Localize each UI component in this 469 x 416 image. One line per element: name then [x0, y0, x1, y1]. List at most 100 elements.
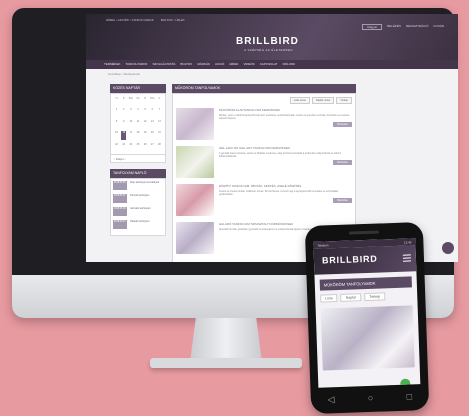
main-navigation: TERMÉKEK TANFOLYAMOK SZOLGÁLTATÁS BOLTOK…	[86, 60, 458, 69]
upcoming-text[interactable]: Gél lakk tanfolyam	[130, 207, 151, 210]
phone-calendar-button[interactable]: Naptár	[340, 293, 362, 302]
nav-item[interactable]: SZOLGÁLTATÁS	[153, 62, 176, 69]
calendar-day[interactable]: 17	[128, 131, 133, 139]
recents-icon[interactable]: □	[406, 391, 412, 401]
upcoming-item[interactable]: 2018.05.05 Alap tanfolyam kezdőknek	[113, 181, 163, 190]
read-more-button[interactable]: Bővebben	[333, 198, 352, 204]
nav-item[interactable]: TANFOLYAMOK	[126, 62, 148, 69]
calendar-day[interactable]: 12	[143, 120, 148, 128]
upcoming-text[interactable]: Haladó tanfolyam	[130, 220, 149, 223]
course-thumbnail[interactable]	[176, 222, 214, 254]
calendar-day[interactable]: 27	[150, 143, 155, 151]
calendar-day[interactable]: 10	[128, 120, 133, 128]
course-item: MŰKÖRÖM ALAPTANFOLYAM KEZDŐKNEK Minden, …	[176, 108, 352, 140]
nav-item[interactable]: MÁRKÁK	[197, 62, 210, 69]
upcoming-title: TANFOLYAM NAPLÓ	[110, 169, 166, 178]
calendar-day[interactable]: 19	[143, 131, 148, 139]
list-view-button[interactable]: Lista nézet	[289, 97, 310, 104]
calendar-day[interactable]: 22	[114, 143, 119, 151]
course-thumbnail[interactable]	[176, 146, 214, 178]
course-title[interactable]: MŰKÖRÖM ALAPTANFOLYAM KEZDŐKNEK	[219, 108, 352, 112]
calendar-day[interactable]: 13	[150, 120, 155, 128]
cart-link[interactable]: KOSÁR	[433, 24, 444, 30]
phone-map-button[interactable]: Térkép	[364, 292, 386, 302]
monitor-stand	[190, 318, 262, 362]
course-thumbnail[interactable]	[176, 108, 214, 140]
nav-item[interactable]: TERMÉKEK	[104, 62, 121, 69]
course-title[interactable]: GÉL LAKK ÉS NAIL ART TANFOLYAM KEZDŐKNEK	[219, 146, 352, 150]
nav-item[interactable]: HÍREK	[229, 62, 238, 69]
calendar-day[interactable]: 9	[121, 120, 126, 128]
calendar-day[interactable]: 8	[114, 120, 119, 128]
course-image[interactable]	[320, 305, 415, 371]
nav-item[interactable]: VIDEÓK	[243, 62, 254, 69]
map-view-button[interactable]: Térkép	[336, 97, 352, 104]
register-link[interactable]: REGISZTRÁCIÓ	[406, 24, 429, 30]
breadcrumb[interactable]: Kezdőlap › Tanfolyamok	[86, 69, 458, 78]
calendar-day[interactable]: 18	[135, 131, 140, 139]
calendar-day[interactable]: 3	[128, 108, 133, 116]
language-select[interactable]: Magyar	[362, 24, 383, 30]
calendar-day[interactable]: 23	[121, 143, 126, 151]
calendar-day[interactable]: 21	[157, 131, 162, 139]
calendar-day[interactable]: 24	[128, 143, 133, 151]
upcoming-item[interactable]: 2018.05.09 Gél lakk tanfolyam	[113, 207, 163, 216]
calendar-day: Szo	[150, 97, 155, 100]
calendar-day[interactable]: 25	[135, 143, 140, 151]
calendar-day[interactable]: 26	[143, 143, 148, 151]
calendar-day[interactable]: 4	[135, 108, 140, 116]
upcoming-text[interactable]: Alap tanfolyam kezdőknek	[130, 181, 159, 184]
course-body: MŰKÖRÖM ALAPTANFOLYAM KEZDŐKNEK Minden, …	[219, 108, 352, 140]
calendar-day[interactable]: 6	[150, 108, 155, 116]
upcoming-item[interactable]: 2018.05.12 Haladó tanfolyam	[113, 220, 163, 229]
main-title: MŰKÖRÖM TANFOLYAMOK	[172, 84, 356, 93]
nav-item[interactable]: BOLTOK	[180, 62, 192, 69]
hamburger-menu-icon[interactable]	[402, 254, 412, 262]
course-body: GÉL LAKK ÉS NAIL ART TANFOLYAM KEZDŐKNEK…	[219, 146, 352, 178]
nav-item[interactable]: KAPCSOLAT	[260, 62, 278, 69]
nav-item[interactable]: AKCIÓ	[215, 62, 224, 69]
home-icon[interactable]: ○	[368, 393, 374, 403]
calendar-day: K	[122, 97, 125, 100]
calendar-day: Cs	[136, 97, 140, 100]
nav-item[interactable]: RÓLUNK	[283, 62, 296, 69]
calendar-day[interactable]: 28	[157, 143, 162, 151]
calendar-day[interactable]: 1	[114, 108, 119, 116]
calendar-day[interactable]: 20	[150, 131, 155, 139]
course-thumbnail[interactable]	[176, 184, 214, 216]
phone-list-button[interactable]: Lista	[320, 294, 338, 303]
upcoming-date: 2018.05.05	[113, 181, 127, 190]
calendar-day[interactable]: 16	[121, 131, 127, 140]
phone-logo[interactable]: BRILLBIRD	[322, 254, 378, 266]
calendar-day[interactable]: 15	[114, 131, 119, 139]
upcoming-date: 2018.05.12	[113, 220, 127, 229]
sidebar: KÖZÉS NAPTÁR H K Sze Cs P Szo V 1 2 3 4 5 6 7 8 9 10 11 12…	[110, 84, 166, 262]
site-header: HÍREK • AKCIÓK • TANFOLYAMOK BOLTOK • ÜZ…	[86, 14, 458, 60]
upcoming-item[interactable]: 2018.05.07 Díszítő tanfolyam	[113, 194, 163, 203]
calendar-nav[interactable]: ‹ Május ›	[110, 155, 166, 163]
topbar-link[interactable]: HÍREK • AKCIÓK • TANFOLYAMOK	[106, 18, 154, 22]
phone-header: BRILLBIRD	[313, 245, 417, 275]
read-more-button[interactable]: Bővebben	[333, 122, 352, 128]
phone-speaker	[348, 230, 380, 235]
calendar-view-button[interactable]: Naptár nézet	[311, 97, 335, 104]
phone-view-switcher: Lista Naptár Térkép	[315, 287, 417, 307]
chat-icon[interactable]	[442, 242, 454, 254]
account-links: Magyar BELÉPÉS REGISZTRÁCIÓ KOSÁR	[362, 24, 444, 30]
topbar-link[interactable]: BOLTOK • ÜZLET	[161, 18, 185, 22]
back-icon[interactable]: ◁	[327, 394, 334, 405]
phone-nav-bar: ◁ ○ □	[310, 386, 429, 410]
smartphone: Telekom 12:45 BRILLBIRD MŰKÖRÖM TANFOLYA…	[304, 221, 430, 415]
site-logo[interactable]: BRILLBIRD	[236, 36, 299, 47]
calendar-day[interactable]: 14	[157, 120, 162, 128]
course-title[interactable]: DÍSZÍTŐ TANFOLYAM: MINTÁK, FESTÉS, ZSELÉ…	[219, 184, 352, 188]
calendar-day[interactable]: 11	[135, 120, 140, 128]
upcoming-text[interactable]: Díszítő tanfolyam	[130, 194, 149, 197]
read-more-button[interactable]: Bővebben	[333, 160, 352, 166]
calendar-day: P	[144, 97, 146, 100]
calendar-day[interactable]: 2	[121, 108, 126, 116]
upcoming-list: 2018.05.05 Alap tanfolyam kezdőknek 2018.…	[110, 178, 166, 236]
calendar-day[interactable]: 5	[143, 108, 148, 116]
calendar-day[interactable]: 7	[157, 108, 162, 116]
login-link[interactable]: BELÉPÉS	[387, 24, 401, 30]
